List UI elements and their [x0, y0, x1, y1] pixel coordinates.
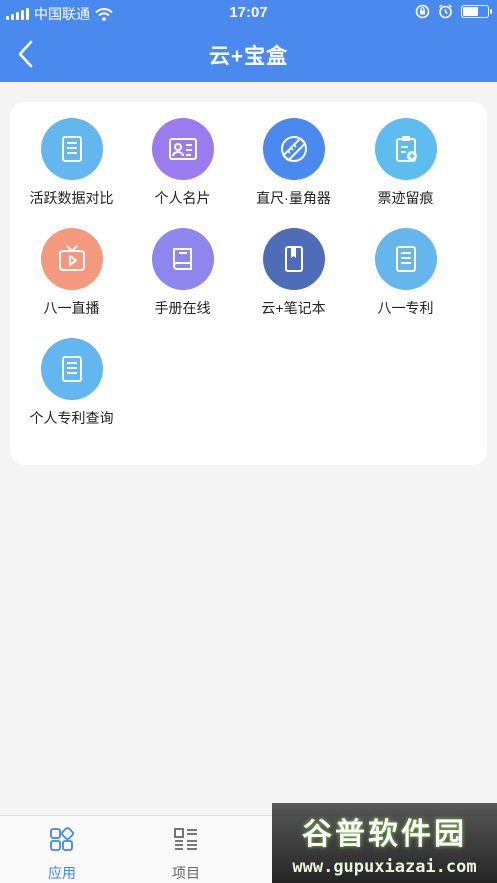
id-card-icon — [151, 118, 214, 180]
app-tile-label: 活跃数据对比 — [29, 190, 114, 206]
document-icon — [374, 228, 437, 290]
tab-projects-label: 项目 — [172, 865, 200, 881]
tab-apps[interactable]: 应用 — [0, 816, 124, 883]
app-tile-label: 个人专利查询 — [29, 410, 114, 426]
app-tile-label: 八一专利 — [377, 300, 434, 316]
ruler-icon — [262, 118, 325, 180]
app-tile-label: 云+笔记本 — [261, 300, 326, 316]
navigation-bar: 云+宝盒 — [0, 26, 497, 82]
app-tile[interactable]: 个人专利查询 — [12, 338, 131, 448]
app-tile-label: 手册在线 — [154, 300, 211, 316]
notebook-icon — [262, 228, 325, 290]
project-icon — [174, 828, 197, 850]
alarm-icon — [439, 4, 452, 19]
app-tile-label: 直尺·量角器 — [256, 190, 331, 206]
page-title: 云+宝盒 — [208, 45, 289, 68]
battery-icon — [461, 5, 492, 18]
app-tile[interactable]: 直尺·量角器 — [234, 118, 353, 228]
watermark-url: www.gupuxiazai.com — [292, 857, 477, 877]
rotation-lock-icon — [415, 4, 430, 19]
app-tile-label: 票迹留痕 — [377, 190, 434, 206]
watermark-title: 谷普软件园 — [302, 818, 467, 851]
tab-projects[interactable]: 项目 — [124, 816, 248, 883]
clipboard-icon — [374, 118, 437, 180]
tab-apps-label: 应用 — [48, 865, 76, 881]
status-bar: 中国联通 17:07 — [0, 0, 497, 26]
status-right — [415, 4, 492, 19]
app-tile[interactable]: 八一专利 — [346, 228, 465, 338]
app-tile[interactable]: 云+笔记本 — [234, 228, 353, 338]
watermark: 谷普软件园 www.gupuxiazai.com — [272, 803, 497, 883]
app-tile[interactable]: 八一直播 — [12, 228, 131, 338]
document-icon — [40, 118, 103, 180]
app-tile-label: 八一直播 — [43, 300, 100, 316]
app-tile[interactable]: 活跃数据对比 — [12, 118, 131, 228]
app-grid-card: 活跃数据对比 个人名片 直尺·量角器 票迹留痕八一直播 手册在线 云+笔记本 八一专利个人专… — [10, 102, 487, 465]
app-tile[interactable]: 手册在线 — [123, 228, 242, 338]
app-tile[interactable]: 个人名片 — [123, 118, 242, 228]
tv-play-icon — [40, 228, 103, 290]
document-icon — [40, 338, 103, 400]
app-tile[interactable]: 票迹留痕 — [346, 118, 465, 228]
app-tile-label: 个人名片 — [154, 190, 211, 206]
book-icon — [151, 228, 214, 290]
apps-grid-icon — [50, 827, 74, 851]
